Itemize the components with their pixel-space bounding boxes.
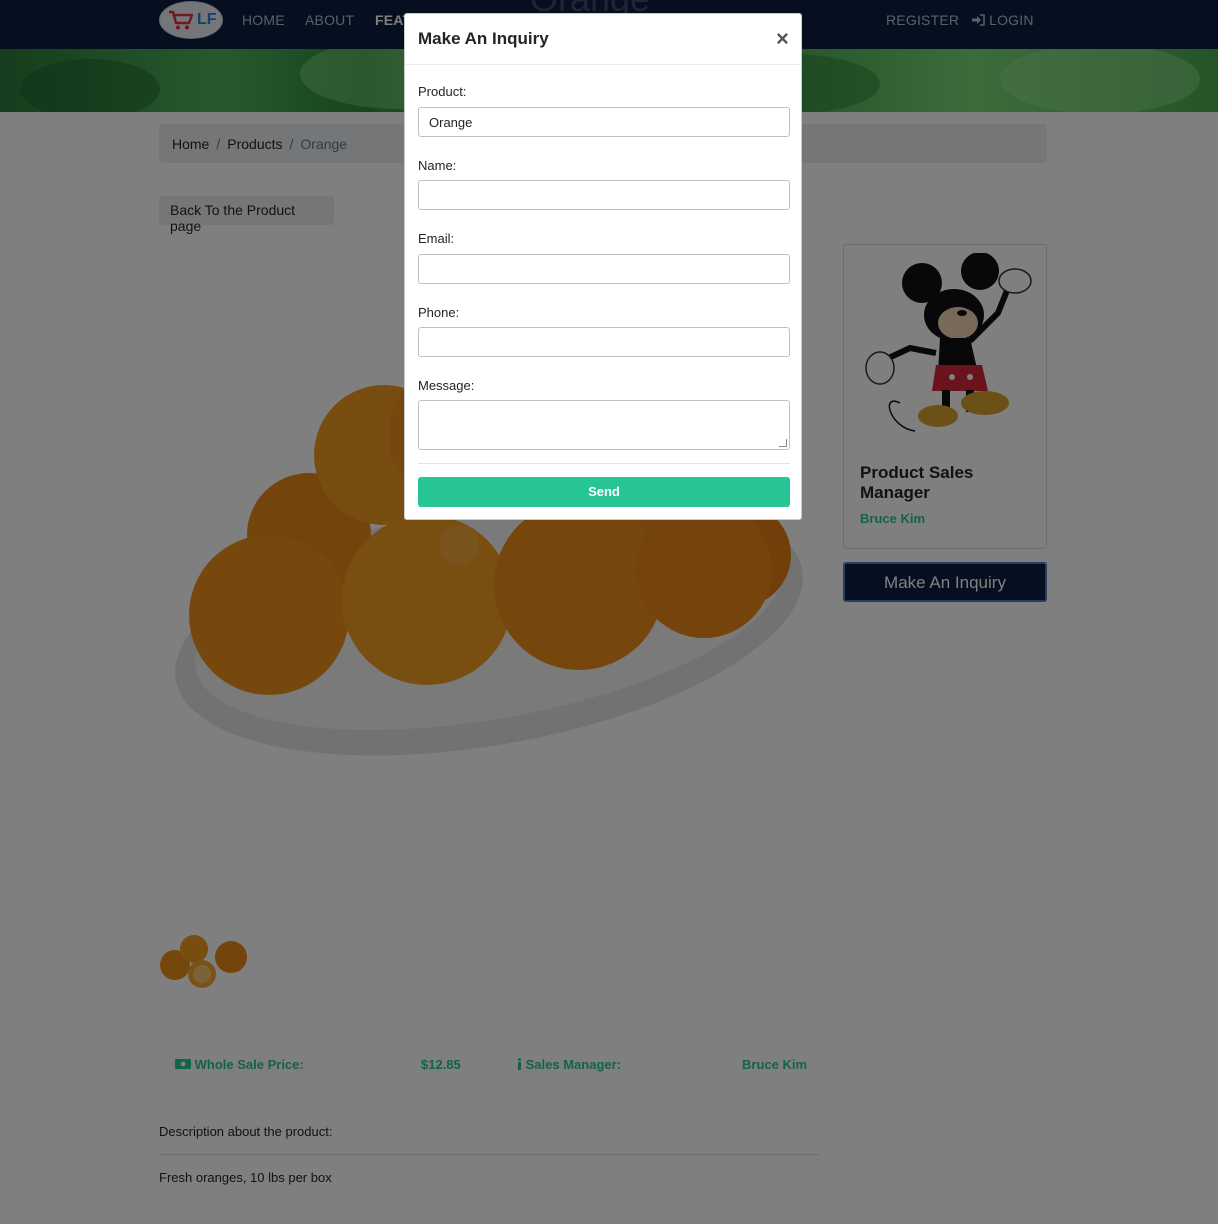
send-button[interactable]: Send (418, 477, 790, 507)
name-input[interactable] (418, 180, 790, 210)
product-input[interactable] (418, 107, 790, 137)
modal-divider (418, 463, 790, 464)
resize-handle-icon[interactable] (779, 439, 787, 447)
modal-header: Make An Inquiry × (405, 14, 801, 65)
phone-label: Phone: (418, 305, 460, 320)
inquiry-modal: Make An Inquiry × Product: Name: Email: … (404, 13, 802, 520)
email-label: Email: (418, 231, 455, 246)
message-textarea[interactable] (418, 400, 790, 450)
close-icon[interactable]: × (776, 26, 789, 52)
product-label: Product: (418, 84, 467, 99)
modal-title: Make An Inquiry (418, 29, 549, 48)
name-label: Name: (418, 158, 457, 173)
phone-input[interactable] (418, 327, 790, 357)
email-input[interactable] (418, 254, 790, 284)
message-label: Message: (418, 378, 475, 393)
